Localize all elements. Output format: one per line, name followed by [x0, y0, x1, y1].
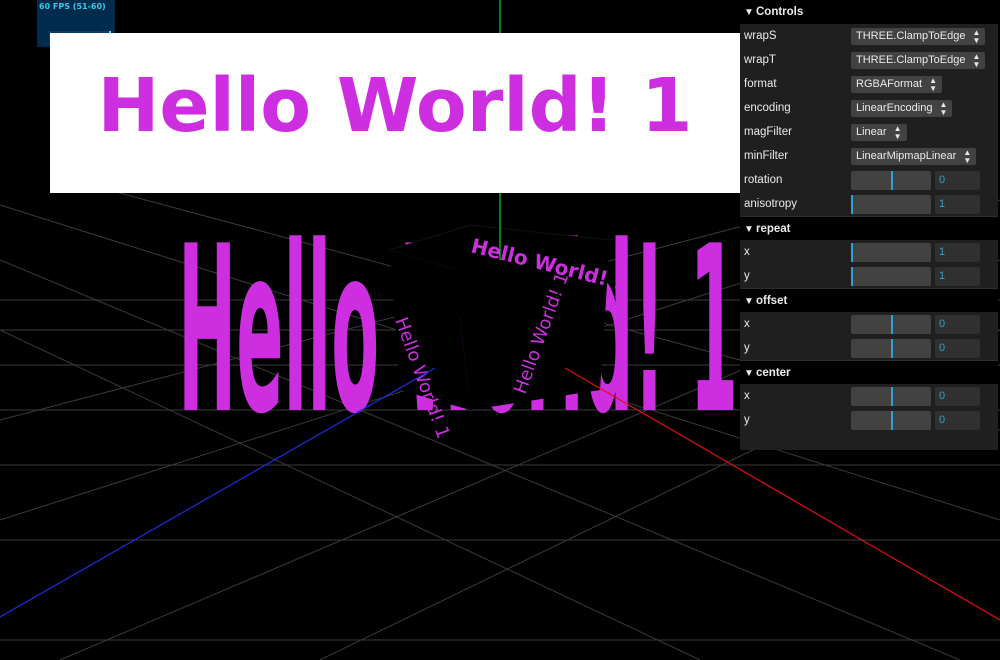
control-row-rotation: rotation 0: [740, 168, 998, 192]
repeat-y-slider[interactable]: [851, 267, 931, 286]
control-label: x: [744, 318, 750, 330]
control-label: x: [744, 390, 750, 402]
select-value: THREE.ClampToEdge: [856, 30, 966, 42]
control-row-anisotropy: anisotropy 1: [740, 192, 998, 216]
wrapS-select[interactable]: THREE.ClampToEdge ▲ ▼: [851, 28, 986, 45]
select-arrows-icon: ▲ ▼: [929, 76, 938, 93]
control-label: y: [744, 270, 750, 282]
slider-handle[interactable]: [851, 195, 853, 214]
control-row-format: format RGBAFormat ▲ ▼: [740, 72, 998, 96]
control-row-encoding: encoding LinearEncoding ▲ ▼: [740, 96, 998, 120]
anisotropy-slider[interactable]: [851, 195, 931, 214]
control-label: wrapS: [744, 30, 777, 42]
select-arrows-icon: ▲ ▼: [963, 148, 972, 165]
control-row-center-y: y0: [740, 408, 998, 432]
select-value: LinearEncoding: [856, 102, 933, 114]
center-x-slider[interactable]: [851, 387, 931, 406]
chevron-down-icon: ▼: [744, 224, 754, 235]
control-row-minFilter: minFilter LinearMipmapLinear ▲ ▼: [740, 144, 998, 168]
select-value: THREE.ClampToEdge: [856, 54, 966, 66]
slider-handle[interactable]: [851, 243, 853, 262]
magFilter-select[interactable]: Linear ▲ ▼: [851, 124, 907, 141]
folder-title-label: Controls: [756, 6, 804, 18]
control-row-offset-x: x0: [740, 312, 998, 336]
repeat-x-slider[interactable]: [851, 243, 931, 262]
control-row-center-x: x0: [740, 384, 998, 408]
chevron-down-icon: ▼: [744, 296, 754, 307]
controls-panel[interactable]: ▼ Controls wrapS THREE.ClampToEdge ▲ ▼ wrapT TH…: [740, 0, 998, 450]
control-label: rotation: [744, 174, 783, 186]
folder-title-label: center: [756, 367, 791, 379]
control-label: encoding: [744, 102, 791, 114]
folder-title-controls[interactable]: ▼ Controls: [740, 0, 998, 24]
folder-title-center[interactable]: ▼ center: [740, 360, 998, 384]
control-row-magFilter: magFilter Linear ▲ ▼: [740, 120, 998, 144]
slider-handle[interactable]: [891, 171, 893, 190]
control-label: anisotropy: [744, 198, 798, 210]
select-arrows-icon: ▲ ▼: [972, 52, 981, 69]
slider-handle[interactable]: [891, 387, 893, 406]
wrapT-select[interactable]: THREE.ClampToEdge ▲ ▼: [851, 52, 986, 69]
select-value: RGBAFormat: [856, 78, 923, 90]
folder-title-label: repeat: [756, 223, 791, 235]
anisotropy-number-input[interactable]: 1: [935, 195, 980, 214]
folder-title-label: offset: [756, 295, 788, 307]
center-x-number-input[interactable]: 0: [935, 387, 980, 406]
slider-handle[interactable]: [891, 339, 893, 358]
text-canvas-banner: Hello World! 1: [50, 33, 740, 193]
fps-readout: 60 FPS (51-60): [39, 2, 106, 11]
control-label: wrapT: [744, 54, 776, 66]
minFilter-select[interactable]: LinearMipmapLinear ▲ ▼: [851, 148, 977, 165]
control-label: y: [744, 414, 750, 426]
chevron-down-icon: ▼: [744, 368, 754, 379]
control-row-offset-y: y0: [740, 336, 998, 360]
folder-title-offset[interactable]: ▼ offset: [740, 288, 998, 312]
select-arrows-icon: ▲ ▼: [939, 100, 948, 117]
slider-handle[interactable]: [891, 315, 893, 334]
select-arrows-icon: ▲ ▼: [893, 124, 902, 141]
control-label: x: [744, 246, 750, 258]
repeat-x-number-input[interactable]: 1: [935, 243, 980, 262]
control-row-repeat-y: y1: [740, 264, 998, 288]
rotation-number-input[interactable]: 0: [935, 171, 980, 190]
control-row-wrapT: wrapT THREE.ClampToEdge ▲ ▼: [740, 48, 998, 72]
control-row-wrapS: wrapS THREE.ClampToEdge ▲ ▼: [740, 24, 998, 48]
folder-title-repeat[interactable]: ▼ repeat: [740, 216, 998, 240]
control-label: format: [744, 78, 777, 90]
slider-handle[interactable]: [891, 411, 893, 430]
center-y-slider[interactable]: [851, 411, 931, 430]
center-y-number-input[interactable]: 0: [935, 411, 980, 430]
offset-x-slider[interactable]: [851, 315, 931, 334]
select-value: Linear: [856, 126, 887, 138]
select-arrows-icon: ▲ ▼: [972, 28, 981, 45]
slider-handle[interactable]: [851, 267, 853, 286]
format-select[interactable]: RGBAFormat ▲ ▼: [851, 76, 943, 93]
control-label: minFilter: [744, 150, 789, 162]
offset-y-number-input[interactable]: 0: [935, 339, 980, 358]
rotation-slider[interactable]: [851, 171, 931, 190]
offset-x-number-input[interactable]: 0: [935, 315, 980, 334]
encoding-select[interactable]: LinearEncoding ▲ ▼: [851, 100, 953, 117]
offset-y-slider[interactable]: [851, 339, 931, 358]
chevron-down-icon: ▼: [744, 7, 754, 18]
repeat-y-number-input[interactable]: 1: [935, 267, 980, 286]
control-label: y: [744, 342, 750, 354]
banner-text: Hello World! 1: [97, 63, 693, 149]
select-value: LinearMipmapLinear: [856, 150, 957, 162]
control-label: magFilter: [744, 126, 792, 138]
control-row-repeat-x: x1: [740, 240, 998, 264]
